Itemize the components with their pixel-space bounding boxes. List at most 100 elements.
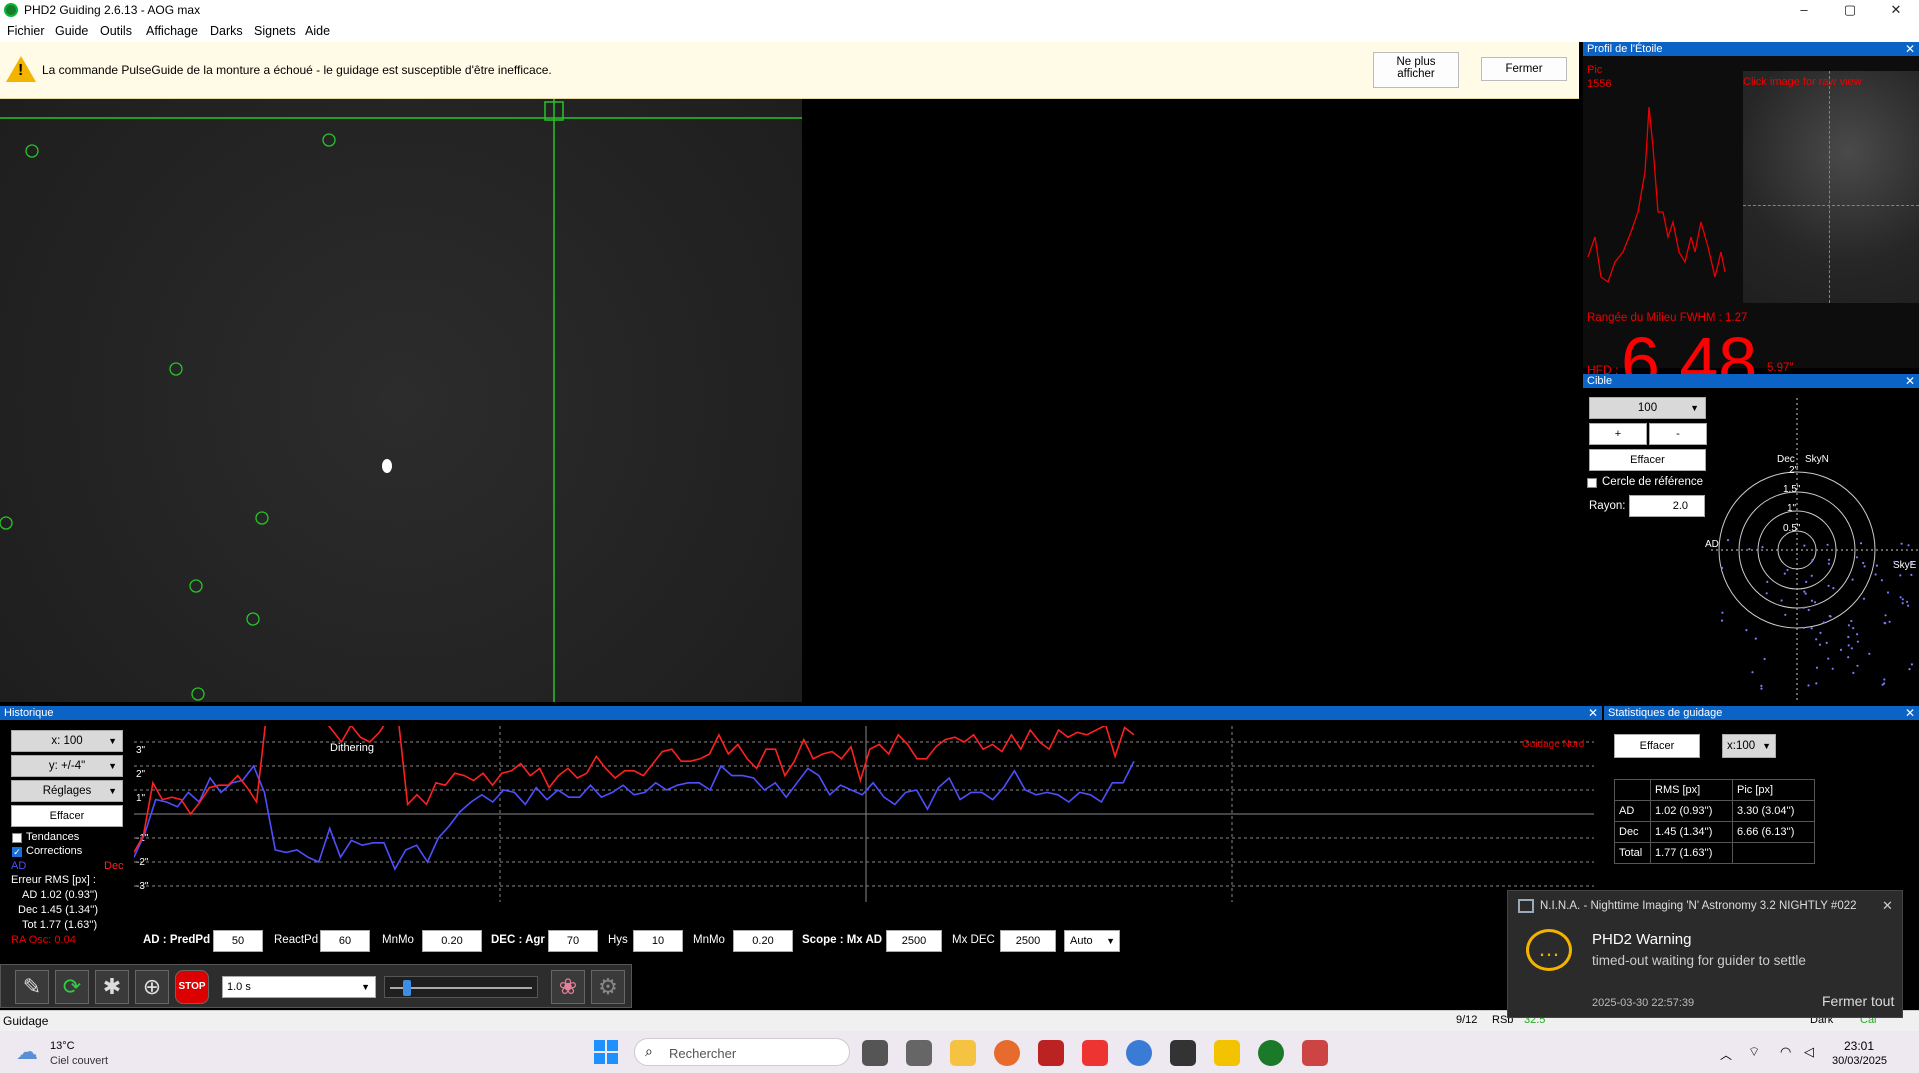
task-view-icon[interactable] [862, 1040, 888, 1066]
radius-input[interactable]: 2.0 [1629, 495, 1705, 517]
app-icon-3[interactable] [1214, 1040, 1240, 1066]
menu-darks[interactable]: Darks [210, 24, 243, 38]
title-bar: PHD2 Guiding 2.6.13 - AOG max – ▢ ✕ [0, 0, 1919, 20]
hys-input[interactable]: 10 [633, 930, 683, 952]
app-icon-4[interactable] [1302, 1040, 1328, 1066]
network-icon[interactable]: ⌔ [1748, 1044, 1760, 1060]
target-dot [1751, 671, 1754, 674]
file-explorer-icon[interactable] [950, 1040, 976, 1066]
loop-icon[interactable]: ⟳ [55, 970, 89, 1004]
target-dot [1827, 657, 1830, 660]
candidate-star [255, 511, 269, 525]
mnmo-ra-input[interactable]: 0.20 [422, 930, 482, 952]
stats-clear-button[interactable]: Effacer [1614, 734, 1700, 758]
target-zoom-out-button[interactable]: - [1649, 423, 1707, 445]
candidate-star [25, 144, 39, 158]
target-dot [1868, 652, 1871, 655]
ref-circle-checkbox[interactable] [1587, 478, 1597, 488]
trends-checkbox[interactable] [12, 833, 22, 843]
target-dot [1901, 602, 1904, 605]
target-dot [1852, 627, 1855, 630]
star-profile-close-button[interactable]: ✕ [1905, 42, 1915, 56]
target-zoom-in-button[interactable]: + [1589, 423, 1647, 445]
target-dot [1726, 539, 1730, 542]
corrections-checkbox[interactable]: ✓ [12, 847, 22, 857]
weather-cloud-icon[interactable]: ☁ [16, 1039, 38, 1065]
wifi-icon[interactable]: ◠ [1780, 1044, 1791, 1060]
stats-cell: Dec [1614, 821, 1651, 843]
max-dec-input[interactable]: 2500 [1000, 930, 1056, 952]
close-window-button[interactable]: ✕ [1873, 0, 1919, 20]
target-dot [1900, 542, 1903, 545]
ring-label-1: 1" [1787, 503, 1797, 514]
brain-icon[interactable]: ❀ [551, 970, 585, 1004]
filezilla-icon[interactable] [1038, 1040, 1064, 1066]
target-clear-button[interactable]: Effacer [1589, 449, 1706, 471]
target-dot [1786, 568, 1789, 572]
slider-thumb[interactable] [403, 980, 411, 996]
menu-signets[interactable]: Signets [254, 24, 296, 38]
y-tick-3: 3" [136, 745, 146, 756]
history-x-scale-select[interactable]: x: 100 ▼ [11, 730, 123, 752]
exposure-select[interactable]: 1.0 s ▼ [222, 976, 376, 998]
anydesk-icon[interactable] [1082, 1040, 1108, 1066]
nina-taskbar-icon[interactable] [1170, 1040, 1196, 1066]
target-dot [1839, 648, 1843, 651]
app-icon-2[interactable] [1126, 1040, 1152, 1066]
dont-show-line1: Ne plus [1396, 56, 1436, 68]
history-clear-button[interactable]: Effacer [11, 805, 123, 827]
predpd-input[interactable]: 50 [213, 930, 263, 952]
raw-view-hint: Click image for raw view [1743, 76, 1862, 88]
app-icon-1[interactable] [906, 1040, 932, 1066]
target-dot [1815, 666, 1819, 669]
history-y-scale-select[interactable]: y: +/-4" ▼ [11, 755, 123, 777]
target-panel: Cible ✕ 100 ▼ + - Effacer Cercle de référ… [1583, 374, 1919, 702]
reactpd-input[interactable]: 60 [320, 930, 370, 952]
stats-close-button[interactable]: ✕ [1905, 706, 1915, 720]
menu-affichage[interactable]: Affichage [146, 24, 198, 38]
dec-mode-select[interactable]: Auto ▼ [1064, 930, 1120, 952]
dismiss-all-button[interactable]: Fermer tout [1822, 993, 1894, 1009]
menu-guide[interactable]: Guide [55, 24, 88, 38]
target-dot [1811, 559, 1814, 562]
windows-start-icon[interactable] [594, 1040, 618, 1064]
stop-button[interactable]: STOP [175, 970, 209, 1004]
guide-target-icon[interactable]: ⊕ [135, 970, 169, 1004]
maximize-button[interactable]: ▢ [1827, 0, 1873, 20]
raw-star-view[interactable] [1743, 71, 1919, 303]
firefox-icon[interactable] [994, 1040, 1020, 1066]
target-dot [1899, 596, 1902, 599]
notification-toast[interactable]: N.I.N.A. - Nighttime Imaging 'N' Astrono… [1507, 890, 1903, 1018]
menu-outils[interactable]: Outils [100, 24, 132, 38]
dont-show-again-button[interactable]: Ne plus afficher [1373, 52, 1459, 88]
history-settings-select[interactable]: Réglages ▼ [11, 780, 123, 802]
toast-close-icon[interactable]: ✕ [1882, 898, 1893, 914]
target-dot [1807, 684, 1810, 687]
rms-title: Erreur RMS [px] : [11, 874, 96, 886]
manual-guide-icon[interactable]: ⚙ [591, 970, 625, 1004]
pencil-icon[interactable]: ✎ [15, 970, 49, 1004]
gamma-slider[interactable] [384, 976, 538, 998]
menu-fichier[interactable]: Fichier [7, 24, 45, 38]
target-zoom-select[interactable]: 100 ▼ [1589, 397, 1706, 419]
menu-aide[interactable]: Aide [305, 24, 330, 38]
target-dot [1859, 542, 1863, 545]
mnmo-dec-input[interactable]: 0.20 [733, 930, 793, 952]
autoselect-star-icon[interactable]: ✱ [95, 970, 129, 1004]
target-dot [1827, 558, 1831, 561]
banner-close-button[interactable]: Fermer [1481, 57, 1567, 81]
max-ra-input[interactable]: 2500 [886, 930, 942, 952]
agr-input[interactable]: 70 [548, 930, 598, 952]
history-close-button[interactable]: ✕ [1588, 706, 1598, 720]
taskbar-search[interactable]: ⌕ Rechercher [634, 1038, 850, 1066]
volume-icon[interactable]: ◁ [1804, 1044, 1814, 1060]
target-dot [1802, 606, 1805, 609]
warning-chat-icon: … [1526, 929, 1572, 971]
target-close-button[interactable]: ✕ [1905, 374, 1915, 388]
dont-show-line2: afficher [1397, 68, 1435, 80]
phd2-taskbar-icon[interactable] [1258, 1040, 1284, 1066]
camera-frame[interactable] [0, 99, 802, 702]
stats-x-select[interactable]: x:100 ▼ [1722, 734, 1776, 758]
minimize-button[interactable]: – [1781, 0, 1827, 20]
tray-chevron-icon[interactable]: ︿ [1720, 1046, 1732, 1063]
